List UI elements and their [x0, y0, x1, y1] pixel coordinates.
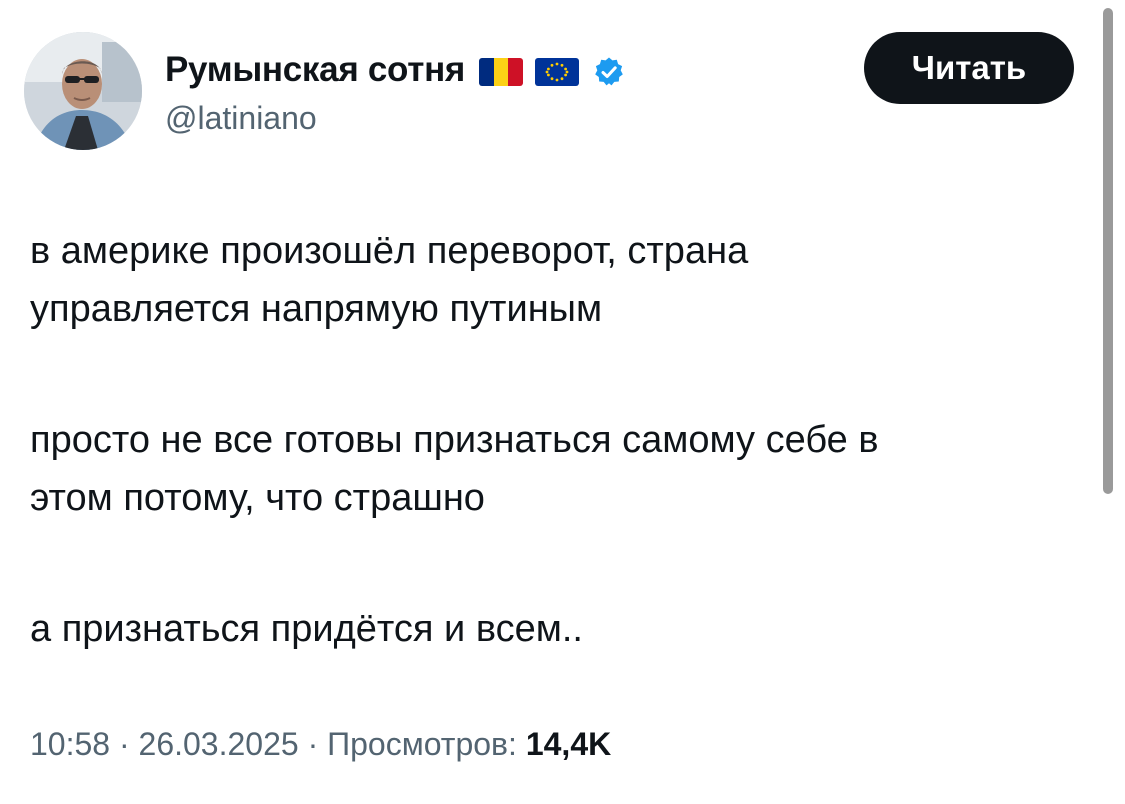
eu-flag-icon — [535, 58, 580, 86]
display-name[interactable]: Румынская сотня — [165, 50, 465, 90]
tweet-line: этом потому, что страшно — [30, 477, 485, 519]
romania-flag-icon — [479, 58, 524, 86]
tweet-paragraph: в америке произошёл переворот, страна уп… — [30, 222, 1070, 338]
tweet-paragraph: а признаться придётся и всем.. — [30, 600, 1070, 658]
tweet-header: Румынская сотня @latiniano Читать — [24, 32, 1084, 152]
tweet-text: в америке произошёл переворот, страна уп… — [30, 222, 1070, 658]
meta-separator: · — [110, 726, 139, 762]
tweet-line: а признаться придётся и всем.. — [30, 608, 583, 650]
avatar-photo-icon — [24, 32, 142, 150]
display-name-row: Румынская сотня — [165, 50, 625, 90]
tweet-card: Румынская сотня @latiniano Читать в амер… — [0, 0, 1125, 804]
author-handle[interactable]: @latiniano — [165, 100, 625, 137]
author-names: Румынская сотня @latiniano — [165, 50, 625, 137]
tweet-date[interactable]: 26.03.2025 — [139, 726, 299, 762]
verified-badge-icon — [593, 56, 625, 88]
tweet-time[interactable]: 10:58 — [30, 726, 110, 762]
tweet-line: в америке произошёл переворот, страна — [30, 230, 749, 272]
follow-button[interactable]: Читать — [864, 32, 1074, 104]
avatar[interactable] — [24, 32, 142, 150]
meta-separator: · — [298, 726, 328, 762]
views-count: 14,4K — [525, 726, 612, 762]
tweet-paragraph: просто не все готовы признаться самому с… — [30, 411, 1070, 527]
tweet-line: просто не все готовы признаться самому с… — [30, 419, 879, 461]
scrollbar[interactable] — [1103, 8, 1113, 494]
tweet-meta: 10:58 · 26.03.2025 · Просмотров: 14,4K — [30, 726, 611, 763]
views-label: Просмотров: — [327, 726, 517, 762]
tweet-line: управляется напрямую путиным — [30, 288, 603, 330]
